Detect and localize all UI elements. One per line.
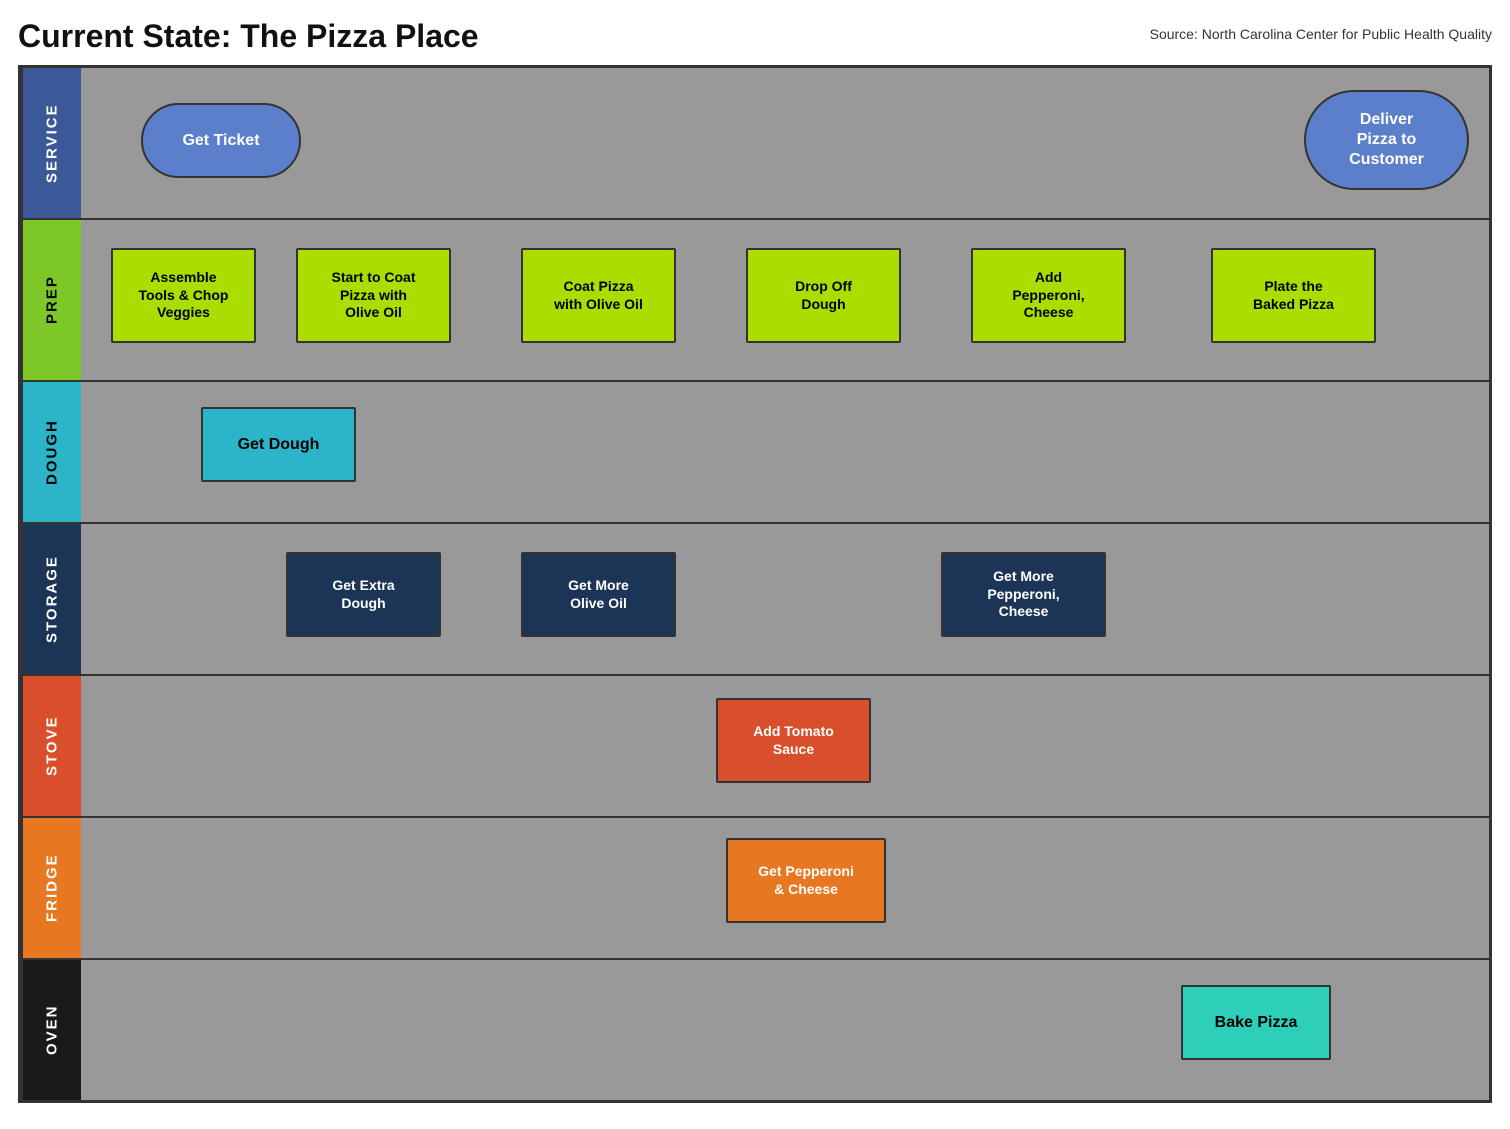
- box-start-coat: Start to Coat Pizza with Olive Oil: [296, 248, 451, 343]
- box-assemble-tools: Assemble Tools & Chop Veggies: [111, 248, 256, 343]
- box-coat-pizza: Coat Pizza with Olive Oil: [521, 248, 676, 343]
- box-get-dough: Get Dough: [201, 407, 356, 482]
- lane-label-storage: STORAGE: [21, 524, 81, 674]
- box-plate-pizza: Plate the Baked Pizza: [1211, 248, 1376, 343]
- lane-oven: OVEN Bake Pizza: [21, 960, 1489, 1100]
- swim-lane-diagram: SERVICE Get Ticket Deliver Pizza to Cust…: [18, 65, 1492, 1103]
- page-title: Current State: The Pizza Place: [18, 18, 479, 55]
- header: Current State: The Pizza Place Source: N…: [18, 18, 1492, 55]
- lane-storage: STORAGE Get Extra Dough Get More Olive O…: [21, 524, 1489, 676]
- lane-label-service: SERVICE: [21, 68, 81, 218]
- lane-label-stove: STOVE: [21, 676, 81, 816]
- lane-stove: STOVE Add Tomato Sauce: [21, 676, 1489, 818]
- page-container: Current State: The Pizza Place Source: N…: [0, 0, 1510, 1121]
- lane-prep: PREP Assemble Tools & Chop Veggies Start…: [21, 220, 1489, 382]
- box-bake-pizza: Bake Pizza: [1181, 985, 1331, 1060]
- lane-content-fridge: Get Pepperoni & Cheese: [81, 818, 1489, 958]
- box-get-extra-dough: Get Extra Dough: [286, 552, 441, 637]
- lane-label-prep: PREP: [21, 220, 81, 380]
- box-drop-off-dough: Drop Off Dough: [746, 248, 901, 343]
- lane-content-service: Get Ticket Deliver Pizza to Customer: [81, 68, 1489, 218]
- lane-content-oven: Bake Pizza: [81, 960, 1489, 1100]
- lane-dough: DOUGH Get Dough: [21, 382, 1489, 524]
- lane-label-fridge: FRIDGE: [21, 818, 81, 958]
- diagram-wrapper: SERVICE Get Ticket Deliver Pizza to Cust…: [18, 65, 1492, 1103]
- lane-label-dough: DOUGH: [21, 382, 81, 522]
- lane-label-oven: OVEN: [21, 960, 81, 1100]
- lane-content-stove: Add Tomato Sauce: [81, 676, 1489, 816]
- source-text: Source: North Carolina Center for Public…: [1150, 26, 1492, 42]
- box-get-more-pepperoni: Get More Pepperoni, Cheese: [941, 552, 1106, 637]
- box-get-pepperoni-cheese: Get Pepperoni & Cheese: [726, 838, 886, 923]
- lane-service: SERVICE Get Ticket Deliver Pizza to Cust…: [21, 68, 1489, 220]
- box-add-tomato-sauce: Add Tomato Sauce: [716, 698, 871, 783]
- lane-content-prep: Assemble Tools & Chop Veggies Start to C…: [81, 220, 1489, 380]
- box-get-ticket: Get Ticket: [141, 103, 301, 178]
- lane-fridge: FRIDGE Get Pepperoni & Cheese: [21, 818, 1489, 960]
- box-get-more-olive-oil: Get More Olive Oil: [521, 552, 676, 637]
- box-deliver-pizza: Deliver Pizza to Customer: [1304, 90, 1469, 190]
- lane-content-dough: Get Dough: [81, 382, 1489, 522]
- lane-content-storage: Get Extra Dough Get More Olive Oil Get M…: [81, 524, 1489, 674]
- box-add-pepperoni: Add Pepperoni, Cheese: [971, 248, 1126, 343]
